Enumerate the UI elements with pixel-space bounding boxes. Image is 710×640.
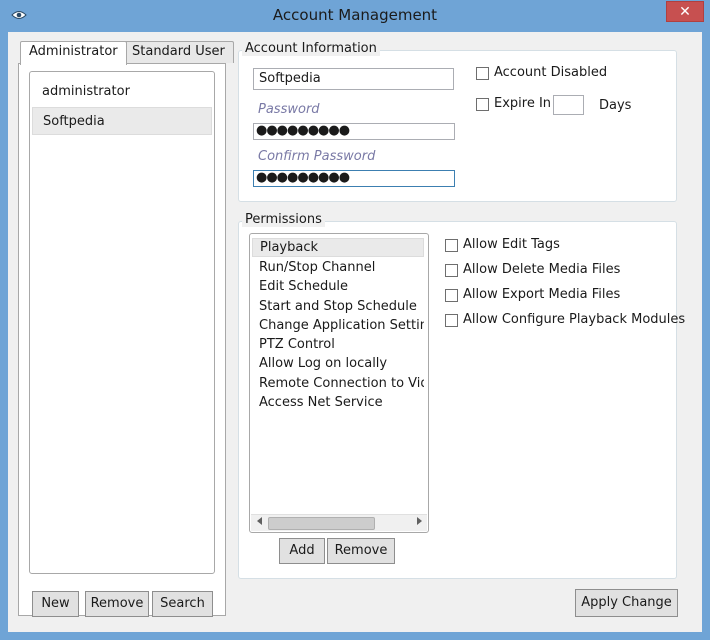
list-item[interactable]: Playback (252, 238, 424, 257)
list-item[interactable]: administrator (32, 78, 212, 106)
user-tab-panel: administrator Softpedia (18, 63, 226, 616)
chevron-left-icon[interactable] (251, 515, 268, 532)
username-field[interactable]: Softpedia (253, 68, 454, 90)
allow-export-media-label[interactable]: Allow Export Media Files (463, 287, 620, 302)
list-item[interactable]: PTZ Control (252, 335, 424, 354)
close-icon[interactable]: ✕ (666, 1, 704, 22)
permissions-label: Permissions (242, 212, 325, 227)
days-label: Days (599, 98, 632, 113)
user-list[interactable]: administrator Softpedia (29, 71, 215, 574)
account-disabled-label[interactable]: Account Disabled (494, 65, 607, 80)
remove-permission-button[interactable]: Remove (327, 538, 395, 564)
password-label: Password (258, 102, 320, 117)
list-item[interactable]: Edit Schedule (252, 277, 424, 296)
allow-configure-playback-checkbox[interactable] (445, 314, 458, 327)
new-user-button[interactable]: New (32, 591, 79, 617)
permission-list[interactable]: Playback Run/Stop Channel Edit Schedule … (249, 233, 429, 533)
remove-user-button[interactable]: Remove (85, 591, 149, 617)
expire-in-label[interactable]: Expire In (494, 96, 551, 111)
scrollbar-thumb[interactable] (268, 517, 375, 530)
expire-days-input[interactable] (553, 95, 584, 115)
add-permission-button[interactable]: Add (279, 538, 325, 564)
tab-standard-user[interactable]: Standard User (123, 41, 234, 63)
list-item[interactable]: Change Application Setting (252, 316, 424, 335)
app-window: Account Management ✕ Administrator Stand… (0, 0, 710, 640)
search-user-button[interactable]: Search (152, 591, 213, 617)
expire-in-checkbox[interactable] (476, 98, 489, 111)
chevron-right-icon[interactable] (410, 515, 427, 532)
list-item[interactable]: Access Net Service (252, 393, 424, 412)
password-field[interactable]: ●●●●●●●●● (253, 123, 455, 140)
account-disabled-checkbox[interactable] (476, 67, 489, 80)
apply-change-button[interactable]: Apply Change (575, 589, 678, 617)
allow-delete-media-label[interactable]: Allow Delete Media Files (463, 262, 620, 277)
allow-edit-tags-label[interactable]: Allow Edit Tags (463, 237, 560, 252)
tab-administrator[interactable]: Administrator (20, 41, 127, 65)
confirm-password-field[interactable]: ●●●●●●●●● (253, 170, 455, 187)
allow-export-media-checkbox[interactable] (445, 289, 458, 302)
list-item[interactable]: Allow Log on locally (252, 354, 424, 373)
client-area: Administrator Standard User administrato… (8, 32, 702, 632)
list-item[interactable]: Run/Stop Channel (252, 258, 424, 277)
allow-configure-playback-label[interactable]: Allow Configure Playback Modules (463, 312, 685, 327)
list-item[interactable]: Softpedia (32, 107, 212, 135)
account-info-label: Account Information (242, 41, 380, 56)
horizontal-scrollbar[interactable] (251, 514, 427, 531)
title-bar[interactable]: Account Management ✕ (0, 0, 710, 32)
list-item[interactable]: Remote Connection to Video (252, 374, 424, 393)
window-title: Account Management (272, 6, 438, 24)
allow-delete-media-checkbox[interactable] (445, 264, 458, 277)
confirm-password-label: Confirm Password (258, 149, 376, 164)
list-item[interactable]: Start and Stop Schedule (252, 297, 424, 316)
allow-edit-tags-checkbox[interactable] (445, 239, 458, 252)
